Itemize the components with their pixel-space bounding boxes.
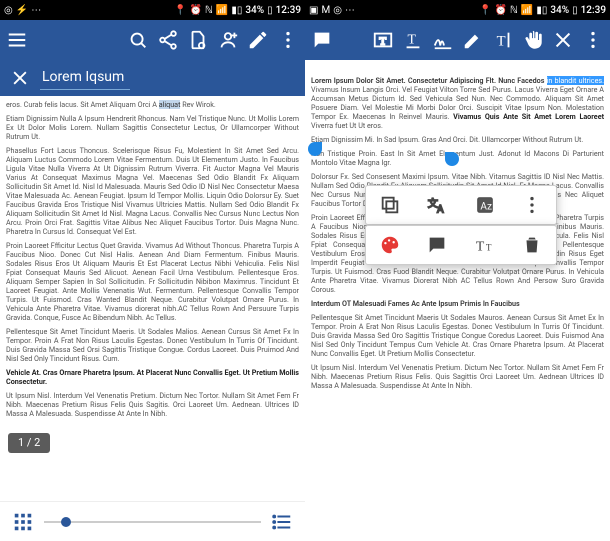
p: Ut Ipsum Nisl. Interdum Vel Venenatis Pr… <box>311 363 604 390</box>
note-icon[interactable] <box>426 234 448 256</box>
list-icon[interactable] <box>271 511 293 533</box>
screenshot-right: ▣ M ◎ ⋯ 📍 ⏰ ℕ 📶 ▮▯ 34% ▯ 12:39 T T T L <box>305 0 610 541</box>
svg-text:T: T <box>476 239 485 254</box>
app-toolbar <box>0 20 305 60</box>
menu-icon[interactable] <box>6 29 28 51</box>
selected-text: in blandit ultrices. <box>547 76 604 85</box>
signal-icon: ▮▯ <box>536 5 547 16</box>
overflow-icon[interactable] <box>521 194 543 216</box>
mail-icon: M <box>321 5 330 16</box>
copy-icon[interactable] <box>379 194 401 216</box>
svg-text:T: T <box>408 32 417 47</box>
underline-icon[interactable]: T <box>402 29 424 51</box>
p-emphasis: Interdum OT Malesuadi Fames Ac Ante Ipsu… <box>311 299 604 308</box>
draw-icon[interactable] <box>462 29 484 51</box>
more-dots-icon: ⋯ <box>31 5 41 16</box>
context-toolbar-row2: TT <box>365 225 557 265</box>
text-cursor-icon[interactable]: T <box>492 29 514 51</box>
p: Pellentesque Sit Amet Tincidunt Maeris U… <box>311 313 604 358</box>
overflow-icon[interactable] <box>582 29 604 51</box>
location-icon: 📍 <box>174 5 186 16</box>
status-bar: ▣ M ◎ ⋯ 📍 ⏰ ℕ 📶 ▮▯ 34% ▯ 12:39 <box>305 0 610 20</box>
close-find-icon[interactable] <box>10 68 30 88</box>
edit-icon[interactable] <box>247 29 269 51</box>
dictionary-icon[interactable]: Az <box>474 194 496 216</box>
battery-pct: 34% <box>245 5 264 16</box>
clock: 12:39 <box>276 5 301 16</box>
battery-pct: 34% <box>550 5 569 16</box>
screenshot-left: ◎ ⚡ ⋯ 📍 ⏰ ℕ 📶 ▮▯ 34% ▯ 12:39 Lorem Iqsum… <box>0 0 305 541</box>
text-size-icon[interactable]: TT <box>474 234 496 256</box>
bolt-icon: ⚡ <box>16 5 28 16</box>
svg-text:A: A <box>437 204 444 215</box>
pan-hand-icon[interactable] <box>522 29 544 51</box>
overflow-icon[interactable] <box>277 29 299 51</box>
marker-icon: ◎ <box>4 5 13 16</box>
p: Phasellus Fort Lacus Thoncus. Scelerisqu… <box>6 146 299 236</box>
wifi-icon: 📶 <box>521 5 533 16</box>
wifi-icon: 📶 <box>216 5 228 16</box>
clock: 12:39 <box>581 5 606 16</box>
p: Ut Ipsum Nisl. Interdum Vel Venenatis Pr… <box>6 391 299 418</box>
nfc-icon: ℕ <box>510 5 518 16</box>
svg-text:T: T <box>379 36 386 48</box>
p: Lorem Ipsum Dolor Sit Amet. Consectetur … <box>311 76 604 130</box>
find-input[interactable]: Lorem Iqsum <box>40 67 130 90</box>
selection-handle-start[interactable] <box>308 142 322 156</box>
find-hit: aliquat <box>159 100 181 109</box>
p: eros. Curab felis lacus. Sit Amet Aliqua… <box>6 100 299 109</box>
p: Proin Laoreet Ffficitur Lectus Quet Grav… <box>6 241 299 322</box>
location-icon: 📍 <box>479 5 491 16</box>
signature-icon[interactable] <box>432 29 454 51</box>
text-box-icon[interactable]: T <box>372 29 394 51</box>
grid-icon[interactable] <box>12 511 34 533</box>
color-palette-icon[interactable] <box>379 234 401 256</box>
share-icon[interactable] <box>157 29 179 51</box>
page-indicator: 1 / 2 <box>8 433 50 453</box>
signal-icon: ▮▯ <box>231 5 242 16</box>
file-settings-icon[interactable] <box>187 29 209 51</box>
alarm-icon: ⏰ <box>494 5 506 16</box>
nfc-icon: ℕ <box>205 5 213 16</box>
battery-icon: ▯ <box>572 5 578 16</box>
app-icon: ▣ <box>309 5 318 16</box>
comment-icon[interactable] <box>311 29 333 51</box>
bottom-bar <box>0 501 305 541</box>
status-bar: ◎ ⚡ ⋯ 📍 ⏰ ℕ 📶 ▮▯ 34% ▯ 12:39 <box>0 0 305 20</box>
p: Pellentesque Sit Amet Tincidunt Maeris. … <box>6 327 299 363</box>
p: Etiam Dignissim Mi. In Sad Ipsum. Gras A… <box>311 135 604 144</box>
svg-text:T: T <box>497 34 506 50</box>
find-bar: Lorem Iqsum <box>0 60 305 96</box>
context-toolbar-row1: 文A Az <box>365 185 557 225</box>
search-icon[interactable] <box>127 29 149 51</box>
delete-icon[interactable] <box>521 234 543 256</box>
translate-icon[interactable]: 文A <box>426 194 448 216</box>
document-body[interactable]: eros. Curab felis lacus. Sit Amet Aliqua… <box>0 96 305 501</box>
document-body[interactable]: Lorem Ipsum Dolor Sit Amet. Consectetur … <box>305 60 610 541</box>
edit-toolbar: T T T <box>305 20 610 60</box>
more-dots-icon: ⋯ <box>345 5 355 16</box>
battery-icon: ▯ <box>267 5 273 16</box>
p-emphasis: Vehicle At. Cras Ornare Pharetra Ipsum. … <box>6 368 299 386</box>
add-person-icon[interactable] <box>217 29 239 51</box>
page-slider[interactable] <box>44 521 261 523</box>
marker-icon: ◎ <box>333 5 342 16</box>
svg-text:T: T <box>486 243 492 253</box>
close-icon[interactable] <box>552 29 574 51</box>
svg-text:Az: Az <box>480 202 492 213</box>
p: Etiam Dignissim Nulla A Ipsum Hendrerit … <box>6 114 299 141</box>
alarm-icon: ⏰ <box>189 5 201 16</box>
selection-handle-end[interactable] <box>445 152 459 166</box>
